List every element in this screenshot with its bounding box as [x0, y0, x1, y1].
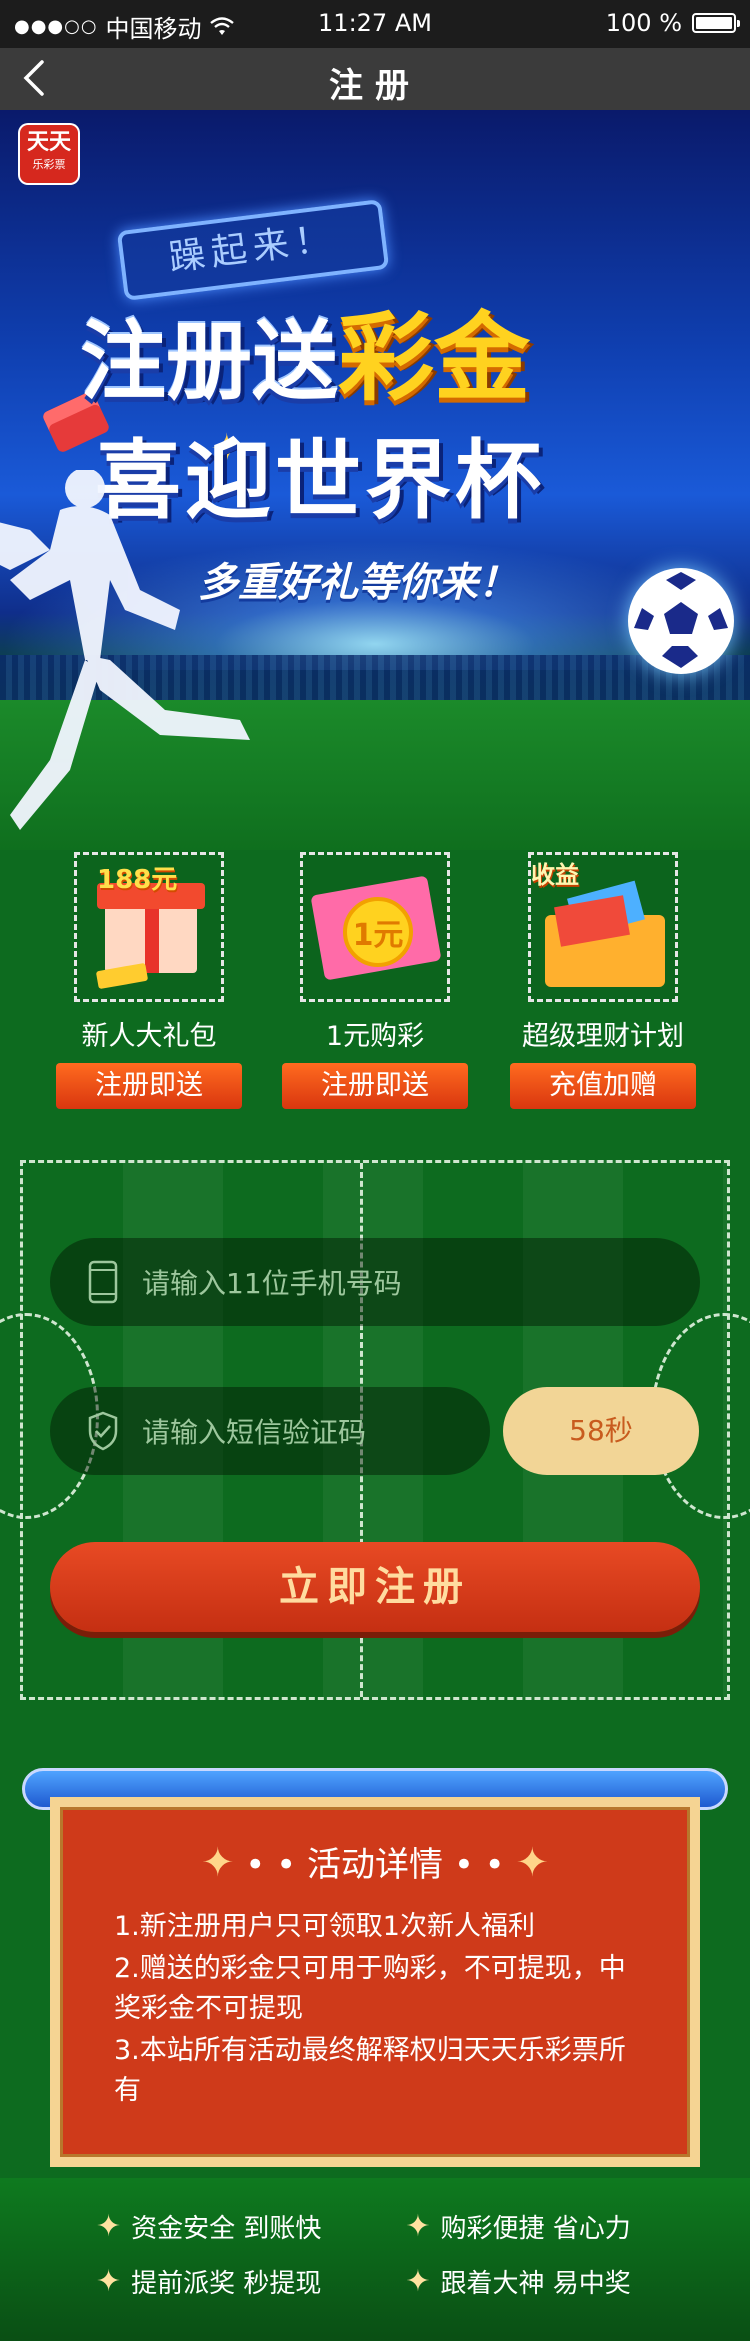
- details-item: 3.本站所有活动最终解释权归天天乐彩票所有: [114, 2035, 626, 2106]
- headline-gold-text: 彩金: [338, 302, 530, 414]
- footer-row: ✦ 资金安全 到账快 ✦ 购彩便捷 省心力: [96, 2208, 631, 2245]
- brand-logo: 天天 乐彩票: [20, 125, 78, 183]
- footer-row: ✦ 提前派奖 秒提现 ✦ 跟着大神 易中奖: [96, 2263, 631, 2300]
- activity-details-panel: ✦ • • 活动详情 • • ✦ 1.新注册用户只可领取1次新人福利 2.赠送的…: [50, 1797, 700, 2167]
- prize-label: 1元购彩: [325, 1021, 425, 1052]
- sparkle-icon: ✦: [96, 2264, 122, 2299]
- battery-percent: 100 %: [605, 9, 682, 37]
- wallet-icon: 收益: [528, 852, 678, 1002]
- sms-code-input[interactable]: 请输入短信验证码: [50, 1387, 490, 1475]
- phone-icon: [88, 1260, 118, 1304]
- battery-group: 100 %: [605, 9, 740, 37]
- footer-features: ✦ 资金安全 到账快 ✦ 购彩便捷 省心力 ✦ 提前派奖 秒提现 ✦ 跟着大神 …: [0, 2178, 750, 2341]
- phone-placeholder: 请输入11位手机号码: [142, 1267, 402, 1300]
- prize-tag-button[interactable]: 充值加赠: [510, 1063, 696, 1109]
- details-item: 2.赠送的彩金只可用于购彩，不可提现，中奖彩金不可提现: [114, 1953, 626, 2024]
- details-title: ✦ • • 活动详情 • • ✦: [200, 1840, 550, 1886]
- prize-card-one-yuan: 1元 1元购彩 注册即送: [282, 852, 468, 1109]
- soccer-ball-icon: [628, 568, 734, 674]
- footer-feature: ✦ 购彩便捷 省心力: [405, 2209, 631, 2244]
- prize-tag-button[interactable]: 注册即送: [56, 1063, 242, 1109]
- footer-feature: ✦ 跟着大神 易中奖: [405, 2264, 631, 2299]
- gift-box-icon: 188元: [74, 852, 224, 1002]
- sparkle-icon: ✦: [405, 2264, 431, 2299]
- hero-banner: 天天 乐彩票 躁起来！ ✦ 注册送彩金 喜迎世界杯 多重好礼等你来！: [0, 110, 750, 850]
- prize-tag-button[interactable]: 注册即送: [282, 1063, 468, 1109]
- headline-primary: 注册送彩金: [80, 302, 530, 414]
- footer-feature: ✦ 资金安全 到账快: [96, 2209, 322, 2244]
- phone-input[interactable]: 请输入11位手机号码: [50, 1238, 700, 1326]
- battery-icon: [692, 13, 740, 33]
- nav-bar: 注册: [0, 48, 750, 110]
- page-title: 注册: [329, 66, 421, 106]
- details-item: 1.新注册用户只可领取1次新人福利: [114, 1911, 535, 1942]
- sparkle-icon: ✦: [515, 1840, 550, 1886]
- resend-code-button[interactable]: 58秒: [503, 1387, 699, 1475]
- sparkle-icon: ✦: [200, 1840, 235, 1886]
- footer-feature: ✦ 提前派奖 秒提现: [96, 2264, 322, 2299]
- sms-code-placeholder: 请输入短信验证码: [142, 1416, 367, 1449]
- prize-card-gift-pack: 188元 新人大礼包 注册即送: [56, 852, 242, 1109]
- prize-card-finance-plan: 收益 超级理财计划 充值加赠: [510, 852, 696, 1109]
- prize-label: 超级理财计划: [522, 1021, 684, 1052]
- register-button[interactable]: 立即注册: [50, 1542, 700, 1632]
- sparkle-icon: ✦: [96, 2209, 122, 2244]
- sparkle-icon: ✦: [405, 2209, 431, 2244]
- lottery-ticket-icon: 1元: [300, 852, 450, 1002]
- details-list: 1.新注册用户只可领取1次新人福利 2.赠送的彩金只可用于购彩，不可提现，中奖彩…: [114, 1907, 644, 2113]
- shield-check-icon: [88, 1411, 118, 1451]
- status-bar: ●●●○○ 中国移动 11:27 AM 100 %: [0, 0, 750, 48]
- football-player-illustration: [0, 470, 250, 830]
- prize-label: 新人大礼包: [81, 1021, 217, 1052]
